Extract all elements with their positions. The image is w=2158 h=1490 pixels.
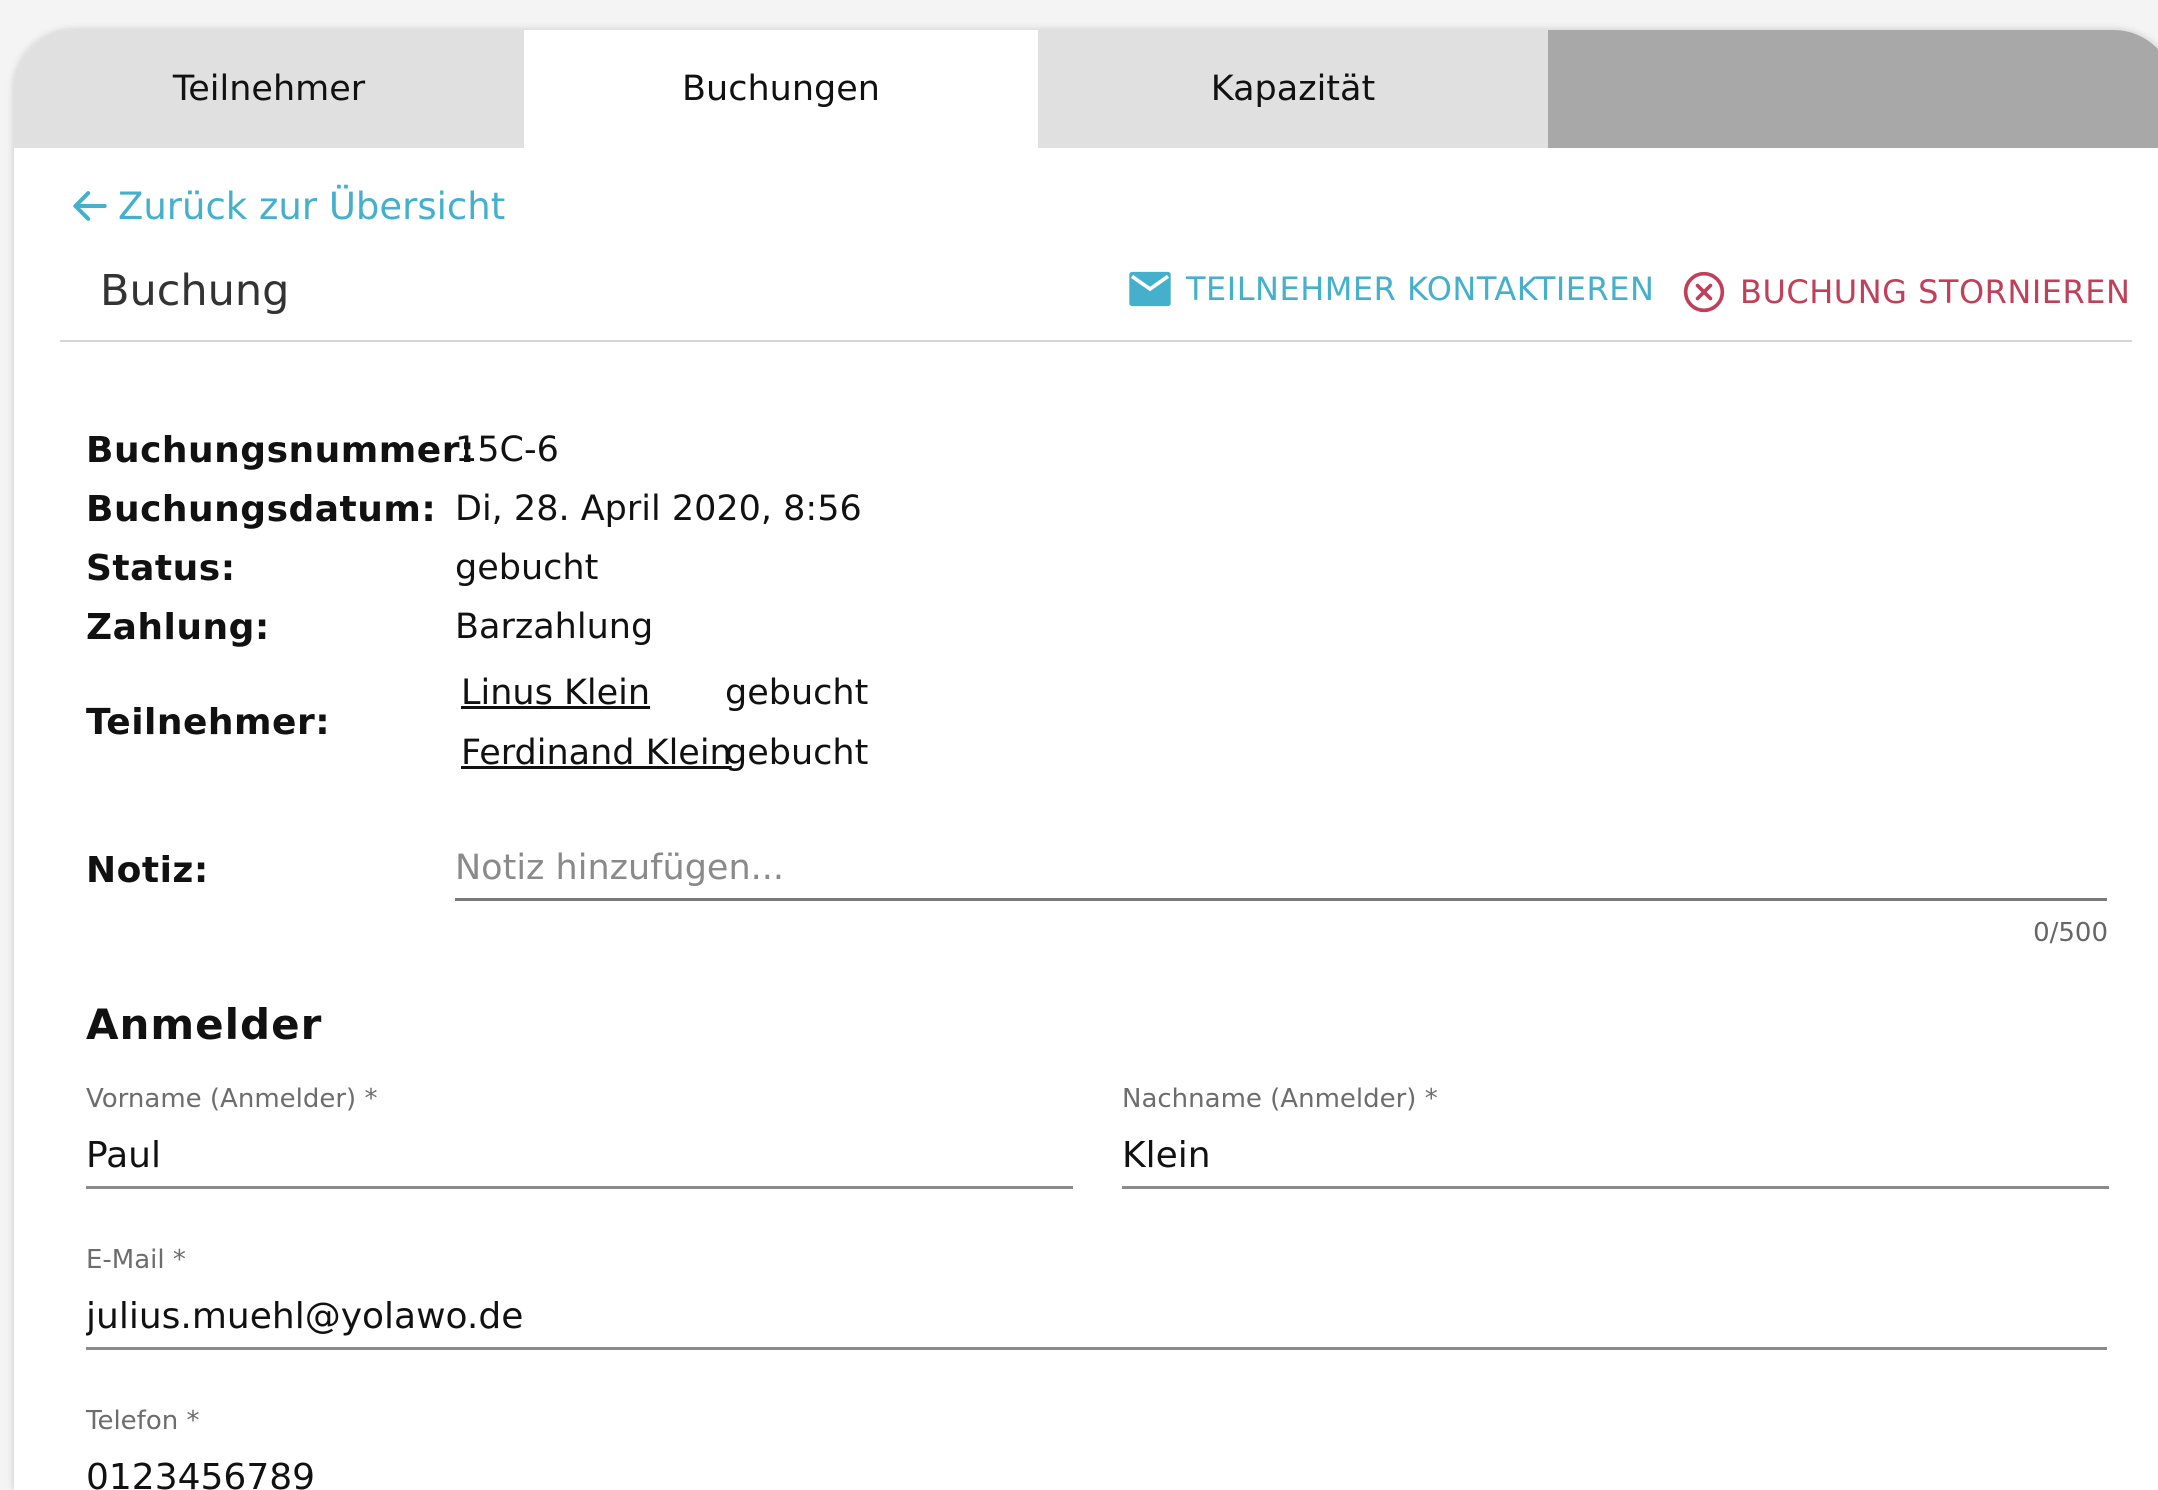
status-label: Status:	[86, 548, 236, 589]
note-label: Notiz:	[86, 850, 209, 891]
payment-value: Barzahlung	[455, 607, 654, 647]
phone-input[interactable]	[86, 1446, 2107, 1490]
tab-kapazitaet[interactable]: Kapazität	[1038, 30, 1548, 148]
booking-date-value: Di, 28. April 2020, 8:56	[455, 489, 862, 529]
close-circle-icon	[1683, 271, 1725, 313]
booking-date-label: Buchungsdatum:	[86, 489, 437, 530]
participant-status: gebucht	[725, 733, 869, 773]
first-name-label: Vorname (Anmelder) *	[86, 1084, 378, 1114]
payment-label: Zahlung:	[86, 607, 270, 648]
participant-link-linus-klein[interactable]: Linus Klein	[461, 673, 650, 713]
mail-icon	[1129, 271, 1171, 307]
booking-section-header: Buchung TEILNEHMER KONTAKTIEREN BUCHUNG …	[60, 248, 2132, 342]
last-name-label: Nachname (Anmelder) *	[1122, 1084, 1438, 1114]
email-label: E-Mail *	[86, 1245, 186, 1275]
cancel-button-label: BUCHUNG STORNIEREN	[1740, 273, 2131, 311]
first-name-input[interactable]	[86, 1124, 1073, 1189]
status-value: gebucht	[455, 548, 599, 588]
participant-status: gebucht	[725, 673, 869, 713]
note-character-counter: 0/500	[2033, 918, 2108, 948]
tab-bar-filler	[1548, 30, 2158, 148]
section-title: Buchung	[100, 266, 290, 316]
arrow-left-icon	[73, 191, 107, 221]
back-to-overview-link[interactable]: Zurück zur Übersicht	[68, 184, 505, 228]
note-input[interactable]	[455, 838, 2107, 901]
registrant-heading: Anmelder	[86, 1000, 323, 1049]
back-link-label: Zurück zur Übersicht	[118, 184, 506, 228]
contact-button-label: TEILNEHMER KONTAKTIEREN	[1186, 270, 1655, 308]
booking-card: Teilnehmer Buchungen Kapazität Zurück zu…	[14, 30, 2158, 1490]
phone-label: Telefon *	[86, 1406, 200, 1436]
contact-participants-button[interactable]: TEILNEHMER KONTAKTIEREN	[1128, 270, 1654, 308]
tab-bar: Teilnehmer Buchungen Kapazität	[14, 30, 2158, 148]
participants-label: Teilnehmer:	[86, 702, 331, 743]
tab-buchungen[interactable]: Buchungen	[524, 30, 1038, 148]
tab-teilnehmer[interactable]: Teilnehmer	[14, 30, 524, 148]
last-name-input[interactable]	[1122, 1124, 2109, 1189]
booking-number-value: 15C-6	[455, 430, 559, 470]
participant-link-ferdinand-klein[interactable]: Ferdinand Klein	[461, 733, 732, 773]
booking-number-label: Buchungsnummer:	[86, 430, 475, 471]
email-input[interactable]	[86, 1285, 2107, 1350]
cancel-booking-button[interactable]: BUCHUNG STORNIEREN	[1682, 270, 2130, 314]
